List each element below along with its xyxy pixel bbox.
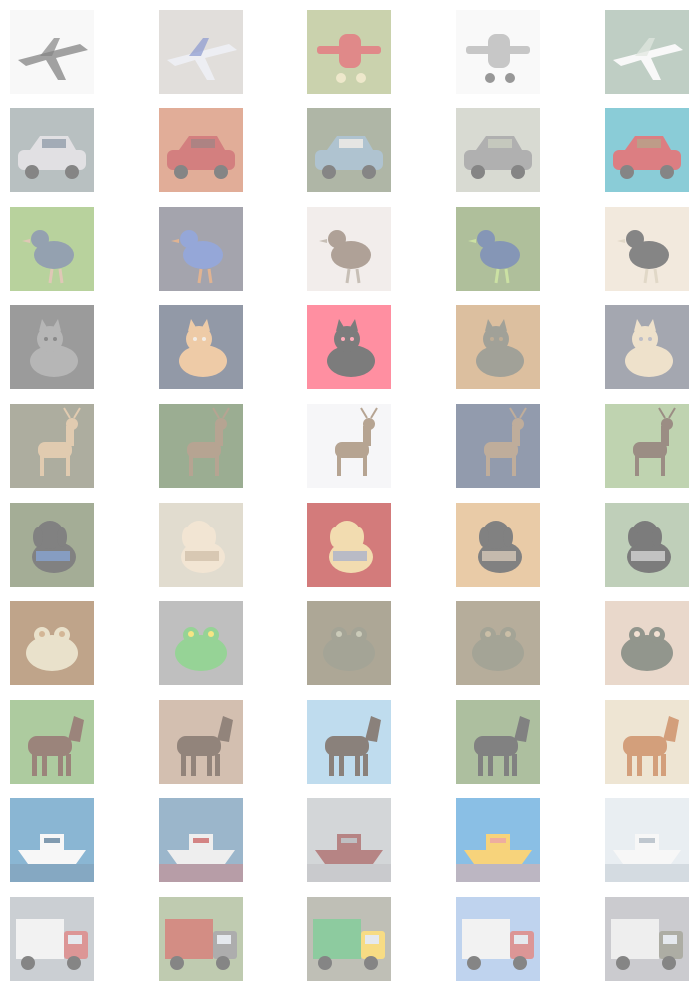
grid-image-frog-brown	[10, 601, 94, 685]
grid-image-car-red	[605, 108, 689, 192]
grid-image-car-pickup	[307, 108, 391, 192]
grid-image-dog-chi	[307, 503, 391, 587]
grid-image-horse-rider	[159, 700, 243, 784]
grid-image-car-sedan	[10, 108, 94, 192]
grid-image-cat-grey	[10, 305, 94, 389]
grid-image-horse-chestnut	[605, 700, 689, 784]
grid-image-bird-peacock	[456, 207, 540, 291]
grid-image-cat-cream	[605, 305, 689, 389]
grid-image-deer-field	[10, 404, 94, 488]
grid-image-horse-brown	[10, 700, 94, 784]
grid-image-cat-tabby	[456, 305, 540, 389]
grid-image-bird-bluebird	[159, 207, 243, 291]
grid-image-ship-speedboat	[10, 798, 94, 882]
grid-image-car-suv	[456, 108, 540, 192]
grid-image-truck-dump	[159, 897, 243, 981]
grid-image-car-sports	[159, 108, 243, 192]
grid-image-bird-cassowary	[10, 207, 94, 291]
grid-image-bird-ostrich	[605, 207, 689, 291]
grid-image-dog-fluffy	[159, 503, 243, 587]
image-grid	[0, 0, 698, 990]
grid-image-truck-white	[10, 897, 94, 981]
grid-image-frog-green	[159, 601, 243, 685]
grid-image-dog-husky	[605, 503, 689, 587]
grid-image-truck-house	[605, 897, 689, 981]
grid-image-ship-tanker	[307, 798, 391, 882]
grid-image-dog-blue	[10, 503, 94, 587]
grid-image-frog-hand	[605, 601, 689, 685]
grid-image-jet-dark	[10, 10, 94, 94]
grid-image-jet-fighter	[159, 10, 243, 94]
grid-image-dog-puppy	[456, 503, 540, 587]
grid-image-deer-moose	[456, 404, 540, 488]
grid-image-truck-green	[307, 897, 391, 981]
grid-image-cat-ginger	[159, 305, 243, 389]
grid-image-horse-field	[307, 700, 391, 784]
grid-image-frog-rock	[456, 601, 540, 685]
grid-image-cat-black	[307, 305, 391, 389]
grid-image-horse-pinto	[456, 700, 540, 784]
grid-image-deer-snow	[307, 404, 391, 488]
grid-image-ship-fishing	[159, 798, 243, 882]
grid-image-ship-banana	[456, 798, 540, 882]
grid-image-bird-sparrow	[307, 207, 391, 291]
grid-image-deer-elk	[605, 404, 689, 488]
grid-image-deer-grass	[159, 404, 243, 488]
grid-image-propeller-plane	[456, 10, 540, 94]
grid-image-biplane	[307, 10, 391, 94]
grid-image-truck-trailer	[456, 897, 540, 981]
grid-image-jet-sky	[605, 10, 689, 94]
grid-image-ship-yacht	[605, 798, 689, 882]
grid-image-frog-toad	[307, 601, 391, 685]
